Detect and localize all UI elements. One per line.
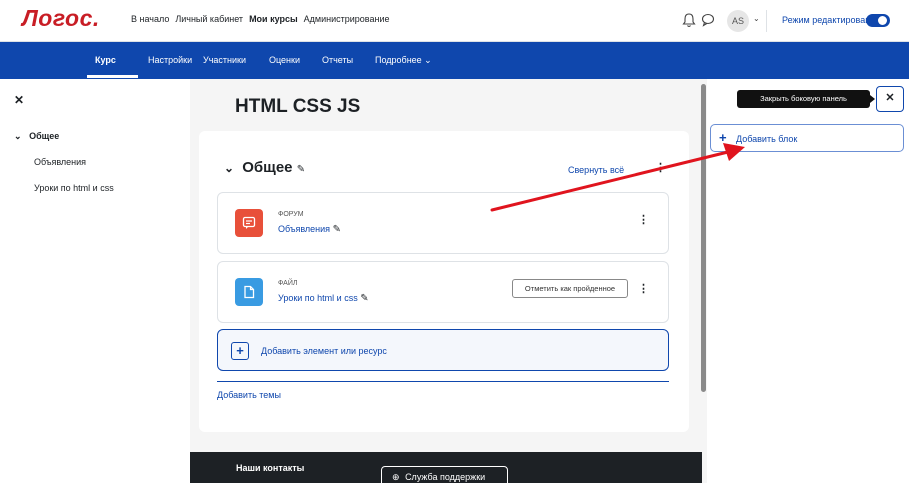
annotation-arrow bbox=[490, 143, 745, 212]
